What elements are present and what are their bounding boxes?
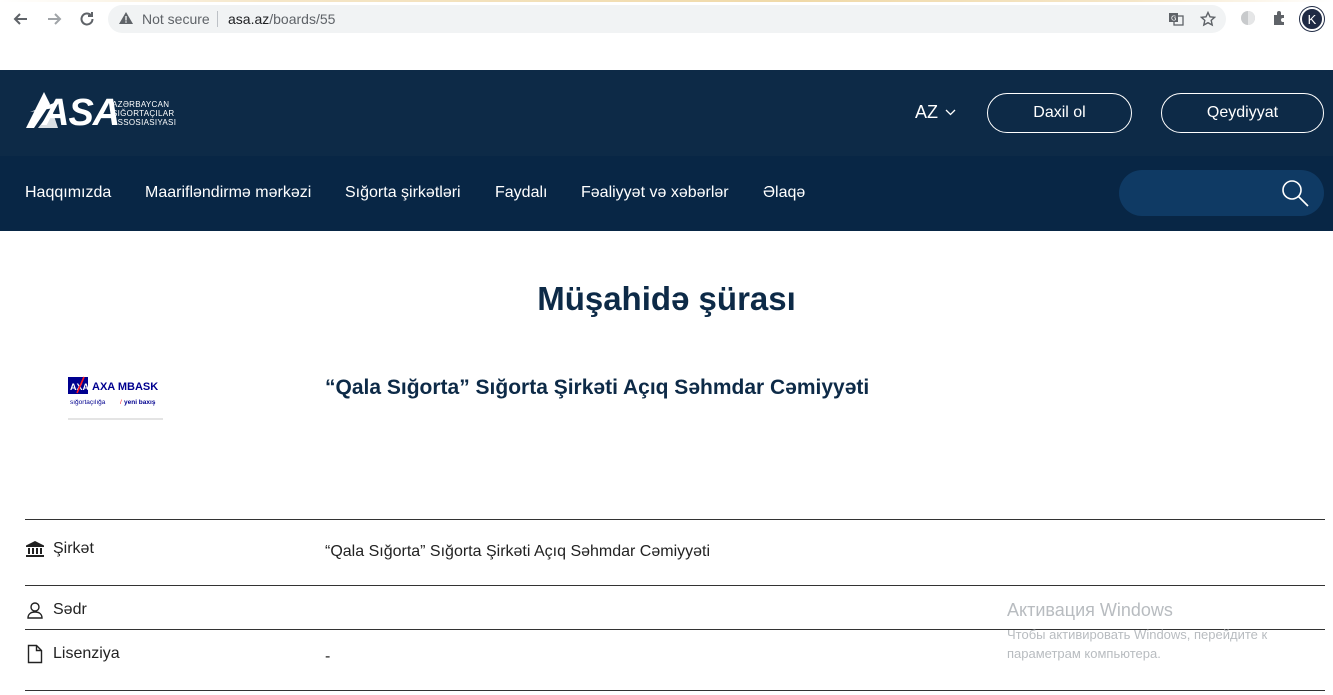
chairman-label: Sədr	[53, 601, 87, 618]
row-divider	[25, 690, 1325, 691]
license-value: -	[325, 648, 331, 665]
main-nav: Haqqımızda Maarifləndirmə mərkəzi Sığort…	[0, 156, 1333, 231]
company-logo-name: AXA MBASK	[92, 381, 158, 393]
user-icon	[25, 600, 45, 620]
logo-sub-line2: SIĞORTAÇILAR	[112, 109, 175, 118]
company-logo: AXA AXA MBASK sığortaçılığa / yeni baxış	[68, 373, 163, 421]
row-divider	[25, 585, 1325, 586]
loading-bar	[0, 0, 1333, 2]
chevron-down-icon	[942, 108, 956, 119]
back-arrow-icon[interactable]	[10, 8, 32, 30]
windows-activation-watermark: Активация Windows Чтобы активировать Win…	[1007, 600, 1327, 663]
license-row-label: Lisenziya	[25, 644, 120, 664]
extension-circle-icon[interactable]	[1238, 8, 1258, 28]
logo-subtitle: AZƏRBAYCAN SIĞORTAÇILAR ASSOSIASIYASI	[112, 100, 176, 127]
url-host: asa.az	[228, 11, 270, 27]
security-label[interactable]: Not secure	[142, 11, 210, 27]
nav-item-education[interactable]: Maarifləndirmə mərkəzi	[145, 184, 311, 202]
register-button[interactable]: Qeydiyyat	[1161, 93, 1324, 133]
nav-item-companies[interactable]: Sığorta şirkətləri	[345, 184, 461, 202]
address-bar[interactable]: Not secure asa.az/boards/55 G	[108, 5, 1226, 33]
company-label: Şirkət	[53, 540, 94, 557]
document-icon	[25, 644, 45, 664]
svg-text:G: G	[1171, 15, 1176, 23]
license-label: Lisenziya	[53, 645, 120, 662]
chairman-row-label: Sədr	[25, 600, 87, 620]
bookmark-star-icon[interactable]	[1200, 11, 1216, 27]
svg-text:/: /	[120, 399, 122, 406]
search-icon[interactable]	[1280, 178, 1310, 208]
browser-toolbar: Not secure asa.az/boards/55 G K	[0, 0, 1333, 38]
company-value: “Qala Sığorta” Sığorta Şirkəti Açıq Səhm…	[325, 543, 711, 560]
translate-icon[interactable]: G	[1168, 11, 1184, 27]
nav-item-useful[interactable]: Faydalı	[495, 184, 547, 202]
language-label: AZ	[915, 102, 939, 122]
company-row-label: Şirkət	[25, 539, 94, 559]
company-logo-tagline-a: sığortaçılığa	[70, 399, 106, 406]
reload-icon[interactable]	[76, 8, 98, 30]
language-selector[interactable]: AZ	[915, 102, 956, 123]
forward-arrow-icon[interactable]	[43, 8, 65, 30]
logo-sub-line1: AZƏRBAYCAN	[112, 100, 170, 109]
search-box[interactable]	[1119, 170, 1324, 216]
nav-item-contact[interactable]: Əlaqə	[763, 184, 805, 202]
extensions-puzzle-icon[interactable]	[1270, 8, 1290, 28]
nav-item-about[interactable]: Haqqımızda	[25, 184, 111, 202]
company-logo-tagline-b: yeni baxış	[124, 399, 156, 406]
page-title: Müşahidə şürası	[537, 280, 796, 317]
company-name: “Qala Sığorta” Sığorta Şirkəti Açıq Səhm…	[325, 376, 870, 399]
profile-avatar[interactable]: K	[1300, 7, 1324, 31]
omnibox-separator	[217, 11, 218, 27]
login-button[interactable]: Daxil ol	[987, 93, 1132, 133]
url-path: /boards/55	[269, 11, 336, 27]
asa-logo[interactable]: ASA AZƏRBAYCAN SIĞORTAÇILAR ASSOSIASIYAS…	[24, 90, 184, 136]
logo-text: ASA	[42, 92, 120, 134]
watermark-title: Активация Windows	[1007, 600, 1173, 620]
watermark-subtitle: Чтобы активировать Windows, перейдите к …	[1007, 627, 1268, 661]
url-text[interactable]: asa.az/boards/55	[228, 11, 335, 27]
site-header: ASA AZƏRBAYCAN SIĞORTAÇILAR ASSOSIASIYAS…	[0, 70, 1333, 156]
nav-item-news[interactable]: Fəaliyyət və xəbərlər	[581, 184, 729, 202]
warning-icon	[119, 12, 133, 24]
row-divider	[25, 519, 1325, 520]
bank-icon	[25, 539, 45, 559]
logo-sub-line3: ASSOSIASIYASI	[112, 118, 177, 127]
